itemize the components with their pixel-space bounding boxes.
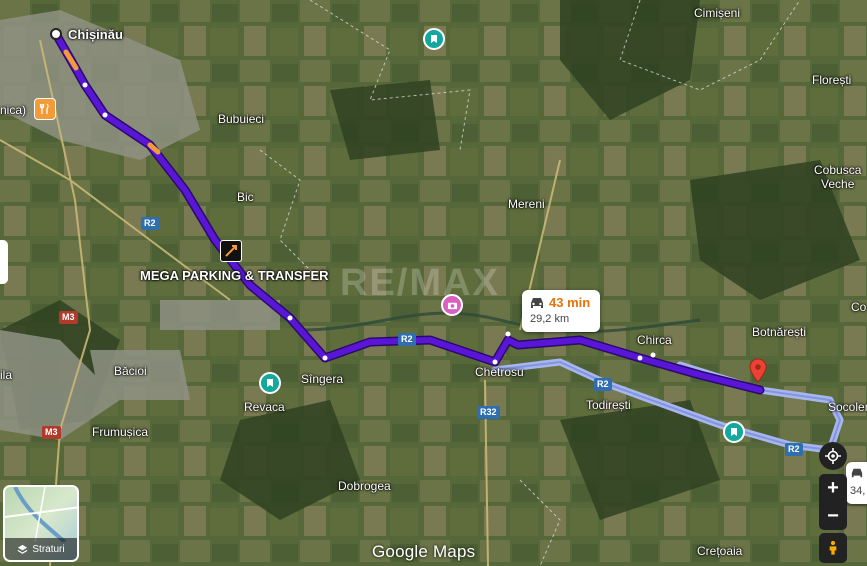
airplane-icon[interactable] [220, 240, 242, 262]
car-icon [531, 298, 543, 308]
bookmark-pin-icon[interactable] [259, 372, 281, 394]
bookmark-pin-icon[interactable] [723, 421, 745, 443]
street-view-pegman-button[interactable] [819, 533, 847, 563]
alternate-route-info-box[interactable]: 34, [846, 462, 867, 504]
alternate-route-distance: 34, [850, 485, 866, 497]
car-icon [851, 468, 863, 478]
place-label-nica[interactable]: nica) [0, 103, 26, 117]
road-shield: R2 [141, 217, 159, 230]
place-label-chirca[interactable]: Chirca [637, 333, 672, 347]
place-label-frumusica[interactable]: Frumușica [92, 425, 148, 439]
layers-button[interactable]: Straturi [3, 485, 79, 562]
route-distance: 29,2 km [530, 313, 570, 325]
place-label-cimiseni[interactable]: Cimișeni [694, 6, 740, 20]
side-panel-toggle[interactable] [0, 240, 8, 284]
place-label-cretoaia[interactable]: Crețoaia [697, 544, 742, 558]
route-time: 43 min [549, 295, 591, 310]
place-label-mereni[interactable]: Mereni [508, 197, 545, 211]
place-label-revaca[interactable]: Revaca [244, 400, 285, 414]
zoom-control: + − [819, 474, 847, 530]
layers-preview-map [5, 487, 77, 544]
layers-icon [17, 544, 28, 554]
road-shield: R2 [594, 378, 612, 391]
zoom-in-button[interactable]: + [819, 474, 847, 502]
pegman-icon [829, 540, 837, 555]
road-shield: R2 [398, 333, 416, 346]
poi-label-mega-parking[interactable]: MEGA PARKING & TRANSFER [140, 268, 329, 283]
place-label-co[interactable]: Co [851, 300, 866, 314]
place-label-chisinau[interactable]: Chișinău [68, 27, 123, 42]
road-shield: R2 [785, 443, 803, 456]
watermark: RE/MAX [340, 262, 500, 304]
road-shield: M3 [42, 426, 61, 439]
place-label-bic[interactable]: Bic [237, 190, 254, 204]
place-label-singera[interactable]: Sîngera [301, 372, 343, 386]
place-label-dobrogea[interactable]: Dobrogea [338, 479, 391, 493]
place-label-chetrosu[interactable]: Chetrosu [475, 365, 524, 379]
place-label-botnaresti[interactable]: Botnărești [752, 325, 806, 339]
place-label-bubuieci[interactable]: Bubuieci [218, 112, 264, 126]
zoom-out-button[interactable]: − [819, 502, 847, 530]
google-maps-logo: Google Maps [372, 542, 476, 561]
route-info-box[interactable]: 43 min 29,2 km [522, 290, 600, 332]
place-label-cobusca[interactable]: Cobusca Veche [814, 163, 861, 191]
place-label-todiresti[interactable]: Todirești [586, 398, 631, 412]
place-label-bacioi[interactable]: Băcioi [114, 364, 147, 378]
origin-marker [50, 28, 62, 40]
restaurant-icon[interactable] [34, 98, 56, 120]
road-shield: M3 [59, 311, 78, 324]
place-label-floresti[interactable]: Florești [812, 73, 851, 87]
location-target-icon [825, 448, 841, 464]
place-label-ila[interactable]: ila [0, 368, 12, 382]
road-shield: R32 [477, 406, 500, 419]
place-label-socoleni[interactable]: Socolen [828, 400, 867, 414]
layers-label: Straturi [32, 543, 65, 555]
bookmark-pin-icon[interactable] [423, 28, 445, 50]
camera-icon[interactable] [441, 294, 463, 316]
my-location-button[interactable] [819, 442, 847, 470]
